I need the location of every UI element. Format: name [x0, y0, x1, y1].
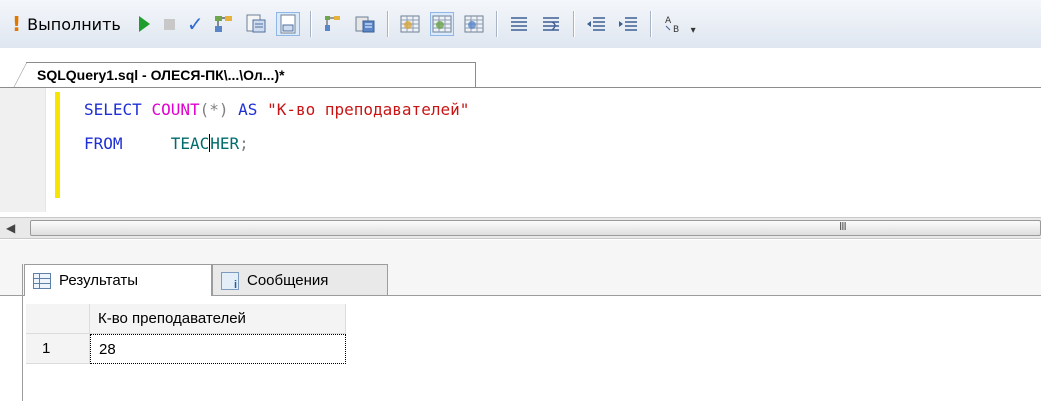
editor-horizontal-scrollbar[interactable]: ◀ III — [0, 217, 1041, 239]
scrollbar-thumb[interactable]: III — [30, 220, 1041, 236]
query-document-tab[interactable]: SQLQuery1.sql - ОЛЕСЯ-ПК\...\Ол...)* — [13, 62, 476, 89]
tab-results-label: Результаты — [59, 272, 138, 289]
results-to-grid-icon[interactable] — [275, 12, 300, 36]
svg-text:B: B — [673, 25, 679, 35]
table-icon-1[interactable] — [399, 13, 421, 35]
execute-button[interactable]: ! Выполнить — [8, 7, 125, 41]
code-line-1[interactable]: SELECT COUNT(*) AS "К-во преподавателей" — [84, 100, 469, 119]
semicolon: ; — [239, 134, 249, 153]
keyword-as: AS — [238, 100, 258, 119]
messages-icon — [221, 271, 239, 291]
editor-gutter — [0, 88, 46, 212]
uncomment-icon[interactable] — [540, 13, 562, 35]
svg-text:A: A — [665, 16, 672, 26]
include-plan-icon[interactable] — [322, 13, 344, 35]
decrease-indent-icon[interactable] — [585, 13, 607, 35]
table-name-part-1: TEAC — [170, 134, 210, 153]
tab-messages-label: Сообщения — [247, 272, 329, 289]
change-tracking-bar — [55, 92, 60, 198]
table-icon-2[interactable] — [429, 12, 454, 36]
comment-icon[interactable] — [508, 13, 530, 35]
result-cell[interactable]: 28 — [90, 334, 346, 364]
stop-icon[interactable] — [163, 18, 175, 30]
toolbar-separator — [649, 11, 651, 37]
operator-star: (*) — [199, 100, 229, 119]
keyword-select: SELECT — [84, 100, 142, 119]
scrollbar-grip: III — [839, 220, 847, 233]
toolbar-separator — [309, 11, 311, 37]
parse-check-icon[interactable]: ✓ — [187, 12, 204, 36]
execute-icon: ! — [12, 12, 22, 36]
toolbar: ! Выполнить ✓ AB ▾ — [0, 0, 1041, 48]
display-plan-icon[interactable] — [213, 13, 235, 35]
row-number[interactable]: 1 — [26, 334, 90, 364]
toolbar-separator — [386, 11, 388, 37]
sql-editor[interactable]: SELECT COUNT(*) AS "К-во преподавателей"… — [0, 88, 1041, 212]
execute-label: Выполнить — [27, 14, 121, 34]
column-header[interactable]: К-во преподавателей — [90, 304, 346, 334]
toolbar-overflow-icon[interactable]: ▾ — [691, 25, 696, 36]
results-pane: Результаты Сообщения К-во преподавателей… — [0, 240, 1041, 401]
alias-string: "К-во преподавателей" — [267, 100, 470, 119]
table-name-part-2: HER — [210, 134, 240, 153]
table-icon-3[interactable] — [463, 13, 485, 35]
debug-play-icon[interactable] — [138, 16, 150, 32]
increase-indent-icon[interactable] — [617, 13, 639, 35]
results-left-border — [22, 264, 23, 401]
grid-icon — [33, 272, 51, 289]
tab-results[interactable]: Результаты — [24, 264, 212, 296]
tab-title: SQLQuery1.sql - ОЛЕСЯ-ПК\...\Ол...)* — [37, 67, 285, 83]
code-line-2[interactable]: FROM TEACHER; — [84, 134, 249, 153]
toolbar-separator — [495, 11, 497, 37]
toolbar-separator — [572, 11, 574, 37]
scroll-left-arrow-icon[interactable]: ◀ — [6, 221, 15, 235]
keyword-from: FROM — [84, 134, 123, 153]
results-to-text-icon[interactable] — [354, 13, 376, 35]
function-count: COUNT — [151, 100, 200, 119]
grid-corner[interactable] — [26, 304, 90, 334]
tab-messages[interactable]: Сообщения — [212, 264, 388, 296]
specify-values-icon[interactable]: AB — [662, 13, 684, 35]
query-designer-icon[interactable] — [245, 13, 267, 35]
